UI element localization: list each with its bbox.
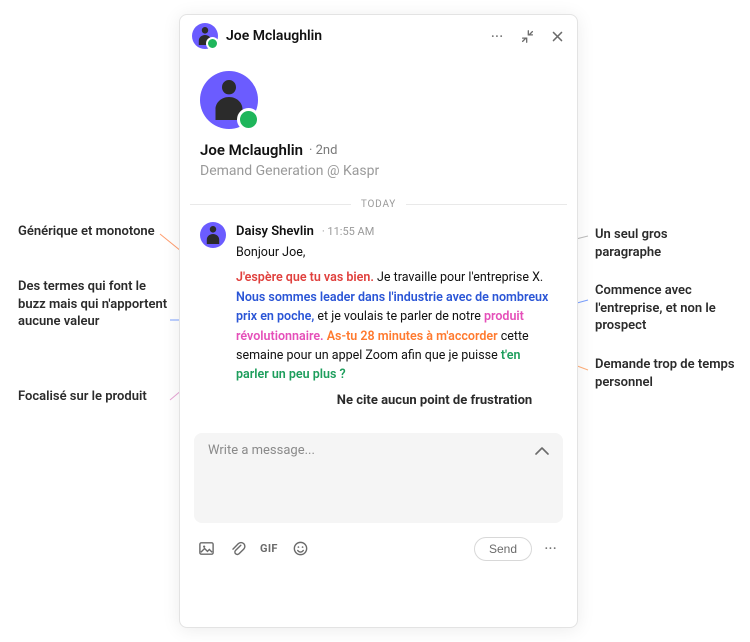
ann-right-1: Un seul gros paragraphe: [595, 226, 735, 261]
chat-panel: Joe Mclaughlin ··· Joe Mclaughlin · 2nd …: [179, 14, 578, 628]
attachment-icon[interactable]: [229, 540, 246, 557]
header-avatar: [192, 23, 218, 49]
ann-left-2: Des termes qui font le buzz mais qui n'a…: [18, 278, 168, 331]
sender-avatar[interactable]: [200, 222, 226, 248]
more-icon[interactable]: ···: [489, 28, 505, 44]
ann-left-1: Générique et monotone: [18, 223, 158, 241]
send-button[interactable]: Send: [474, 537, 532, 561]
message-time: · 11:55 AM: [322, 225, 375, 238]
sender-name[interactable]: Daisy Shevlin: [236, 224, 314, 239]
gif-icon[interactable]: GIF: [260, 542, 278, 555]
message-segment: As-tu 28 minutes à m'accorder: [327, 329, 498, 344]
profile-avatar[interactable]: [200, 71, 258, 129]
image-icon[interactable]: [198, 540, 215, 557]
ann-left-3: Focalisé sur le produit: [18, 388, 158, 406]
expand-composer-icon[interactable]: [535, 443, 549, 459]
composer-placeholder: Write a message...: [208, 443, 549, 458]
close-icon[interactable]: [549, 28, 565, 44]
ann-right-2: Commence avec l'entreprise, et non le pr…: [595, 282, 745, 335]
collapse-icon[interactable]: [519, 28, 535, 44]
header-name: Joe Mclaughlin: [226, 28, 322, 44]
profile-role: Demand Generation @ Kaspr: [200, 163, 557, 179]
profile-name[interactable]: Joe Mclaughlin: [200, 141, 303, 159]
inline-annotation: Ne cite aucun point de frustration: [337, 393, 532, 408]
message-segment: J'espère que tu vas bien.: [236, 270, 374, 285]
panel-header: Joe Mclaughlin ···: [180, 15, 577, 57]
message-segment: Je travaille pour l'entreprise X.: [374, 270, 543, 285]
stage: Générique et monotone Des termes qui fon…: [0, 0, 750, 642]
separator-label: TODAY: [361, 199, 396, 210]
composer-footer: GIF Send ···: [180, 523, 577, 575]
message-body: J'espère que tu vas bien. Je travaille p…: [236, 268, 553, 384]
message-segment: et je voulais te parler de notre: [314, 309, 484, 324]
footer-more-icon[interactable]: ···: [542, 540, 559, 557]
profile-name-row: Joe Mclaughlin · 2nd: [200, 141, 557, 159]
message-greeting: Bonjour Joe,: [236, 243, 553, 262]
presence-dot: [206, 37, 219, 50]
ann-right-3: Demande trop de temps personnel: [595, 356, 745, 391]
connection-degree: · 2nd: [309, 143, 337, 158]
profile-block: Joe Mclaughlin · 2nd Demand Generation @…: [180, 57, 577, 191]
message-row: Daisy Shevlin · 11:55 AM Bonjour Joe, J'…: [180, 216, 577, 417]
sender-line: Daisy Shevlin · 11:55 AM: [236, 220, 557, 239]
emoji-icon[interactable]: [292, 540, 309, 557]
date-separator: TODAY: [190, 199, 567, 210]
message-text: Bonjour Joe, J'espère que tu vas bien. J…: [236, 243, 557, 411]
message-composer[interactable]: Write a message...: [194, 433, 563, 523]
presence-dot-lg: [237, 108, 260, 131]
